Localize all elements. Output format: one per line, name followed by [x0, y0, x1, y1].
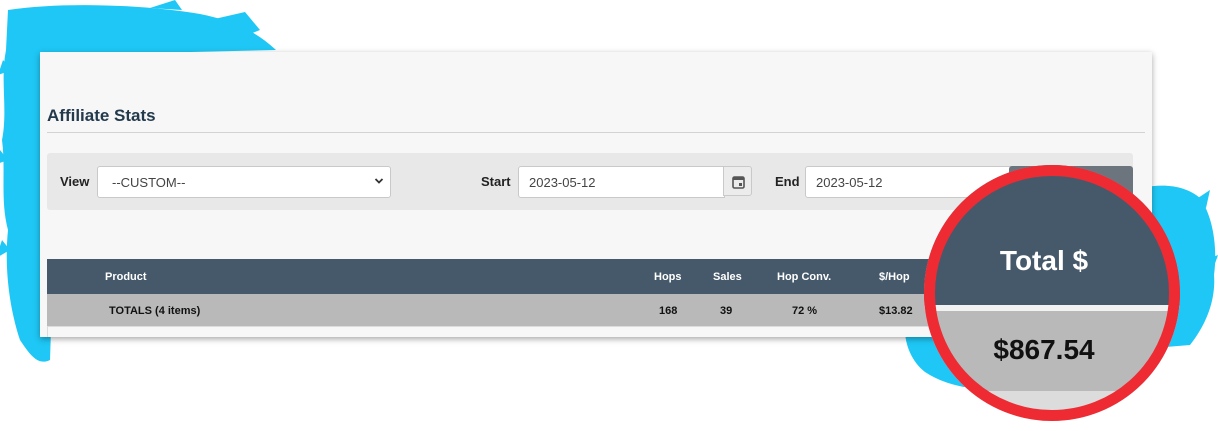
column-header-hops[interactable]: Hops [654, 271, 682, 283]
column-header-hop-conv[interactable]: Hop Conv. [777, 271, 831, 283]
table-left-border [47, 326, 48, 337]
start-date-input[interactable]: 2023-05-12 [518, 166, 725, 198]
highlight-ring [924, 165, 1180, 421]
totals-hop-conv: 72 % [792, 305, 818, 317]
column-header-per-hop[interactable]: $/Hop [879, 271, 910, 283]
view-select[interactable]: --CUSTOM-- [97, 166, 391, 198]
chevron-down-icon [374, 178, 384, 184]
totals-sales: 39 [720, 305, 733, 317]
view-label: View [60, 174, 90, 189]
column-header-product[interactable]: Product [105, 271, 147, 283]
start-label: Start [481, 174, 511, 189]
column-header-sales[interactable]: Sales [713, 271, 742, 283]
start-calendar-button[interactable] [723, 166, 752, 196]
totals-hops: 168 [659, 305, 678, 317]
totals-per-hop: $13.82 [879, 305, 913, 317]
calendar-icon [732, 176, 745, 189]
view-select-value: --CUSTOM-- [112, 175, 186, 190]
title-divider [47, 132, 1145, 133]
end-label: End [775, 174, 800, 189]
page-title: Affiliate Stats [47, 106, 156, 125]
start-date-value: 2023-05-12 [529, 175, 596, 190]
end-date-value: 2023-05-12 [816, 175, 883, 190]
totals-label: TOTALS (4 items) [109, 305, 201, 317]
